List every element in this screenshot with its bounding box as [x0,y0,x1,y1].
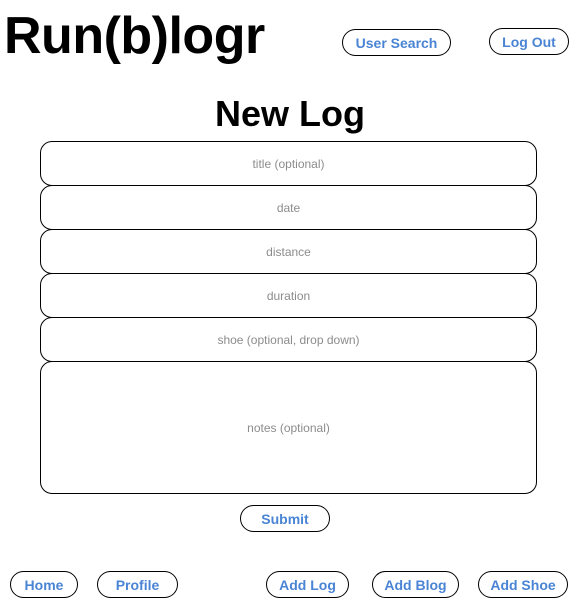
title-field-placeholder: title (optional) [252,156,325,171]
duration-field[interactable]: duration [40,273,537,318]
title-field[interactable]: title (optional) [40,141,537,186]
distance-field-placeholder: distance [266,244,311,259]
logout-button[interactable]: Log Out [489,28,569,55]
shoe-select[interactable]: shoe (optional, drop down) [40,317,537,362]
profile-nav-button[interactable]: Profile [97,571,178,598]
distance-field[interactable]: distance [40,229,537,274]
app-logo: Run(b)logr [4,7,265,65]
date-field-placeholder: date [276,200,301,215]
submit-button[interactable]: Submit [240,505,330,532]
duration-field-placeholder: duration [266,288,311,303]
add-blog-nav-button[interactable]: Add Blog [372,571,459,598]
shoe-select-placeholder: shoe (optional, drop down) [217,332,360,347]
notes-textarea[interactable]: notes (optional) [40,361,537,494]
user-search-button[interactable]: User Search [342,29,451,56]
notes-textarea-placeholder: notes (optional) [247,420,330,435]
home-nav-button[interactable]: Home [10,571,78,598]
page-title: New Log [215,93,365,134]
add-log-nav-button[interactable]: Add Log [266,571,349,598]
date-field[interactable]: date [40,185,537,230]
add-shoe-nav-button[interactable]: Add Shoe [478,571,568,598]
